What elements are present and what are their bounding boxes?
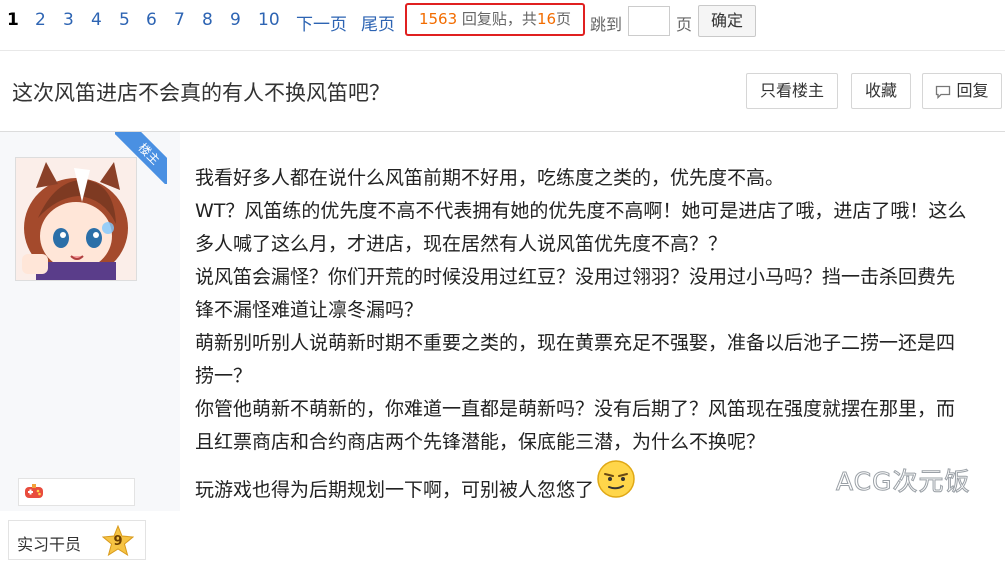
post-line: 萌新别听别人说萌新时期不重要之类的，现在黄票充足不强娶，准备以后池子二捞一还是四	[195, 332, 956, 354]
pagination: 1 2 3 4 5 6 7 8 9 10 下一页 尾页 1563 回复贴，共16…	[0, 0, 1005, 42]
reply-count: 1563	[418, 10, 458, 28]
post-line: 我看好多人都在说什么风笛前期不好用，吃练度之类的，优先度不高。	[195, 167, 785, 189]
thread-header: 这次风笛进店不会真的有人不换风笛吧？ 只看楼主 收藏 回复	[0, 50, 1005, 132]
jump-page-input[interactable]	[628, 6, 670, 36]
post-line: 说风笛会漏怪？你们开荒的时候没用过红豆？没用过翎羽？没用过小马吗？挡一击杀回费先	[195, 266, 956, 288]
post-line: 且红票商店和合约商店两个先锋潜能，保底能三潜，为什么不换呢？	[195, 431, 766, 453]
page-7-link[interactable]: 7	[174, 10, 185, 30]
post-line: 捞一？	[195, 365, 253, 387]
page-8-link[interactable]: 8	[202, 10, 213, 30]
level-star-icon: 9	[101, 524, 135, 557]
reply-text: 回复贴，共	[461, 10, 537, 28]
post-line: 锋不漏怪难道让凛冬漏吗？	[195, 299, 424, 321]
owner-ribbon: 楼主	[115, 132, 167, 184]
level-number: 9	[113, 534, 123, 549]
reply-icon	[936, 85, 951, 99]
author-column: 实习干员 9	[0, 132, 180, 560]
post-last-text: 玩游戏也得为后期规划一下啊，可别被人忽悠了	[195, 479, 595, 501]
thread-title: 这次风笛进店不会真的有人不换风笛吧？	[12, 81, 390, 105]
badge-bar	[18, 478, 135, 506]
page-9-link[interactable]: 9	[230, 10, 241, 30]
last-page-link[interactable]: 尾页	[361, 10, 395, 35]
user-level: 实习干员 9	[8, 520, 146, 560]
favorite-button[interactable]: 收藏	[851, 73, 911, 109]
reply-button[interactable]: 回复	[922, 73, 1002, 109]
post-line: 你管他萌新不萌新的，你难道一直都是萌新吗？没有后期了？风笛现在强度就摆在那里，而	[195, 398, 956, 420]
page-label: 页	[676, 15, 693, 34]
page-6-link[interactable]: 6	[146, 10, 157, 30]
page-5-link[interactable]: 5	[119, 10, 130, 30]
watermark-text: ACG次元饭	[836, 467, 971, 497]
page-2-link[interactable]: 2	[35, 10, 46, 30]
page-total: 16	[536, 10, 557, 28]
only-op-button[interactable]: 只看楼主	[746, 73, 838, 109]
reply-count-info: 1563 回复贴，共16页	[405, 3, 585, 36]
page-1-current: 1	[7, 10, 19, 30]
owner-tag: 楼主	[115, 132, 167, 184]
jump-label: 跳到	[590, 15, 623, 34]
smug-emoticon-icon	[596, 459, 636, 510]
page-unit: 页	[556, 10, 572, 28]
page-3-link[interactable]: 3	[63, 10, 74, 30]
confirm-button[interactable]: 确定	[698, 5, 756, 37]
gamepad-badge-icon	[25, 484, 43, 498]
level-title: 实习干员	[17, 535, 82, 554]
page-10-link[interactable]: 10	[258, 10, 280, 30]
reply-button-label: 回复	[956, 81, 989, 100]
post-line: 多人喊了这么月，才进店，现在居然有人说风笛优先度不高？？	[195, 233, 728, 255]
next-page-link[interactable]: 下一页	[296, 10, 347, 35]
post-line: WT？风笛练的优先度不高不代表拥有她的优先度不高啊！她可是进店了哦，进店了哦！这…	[195, 200, 967, 222]
page-4-link[interactable]: 4	[91, 10, 102, 30]
